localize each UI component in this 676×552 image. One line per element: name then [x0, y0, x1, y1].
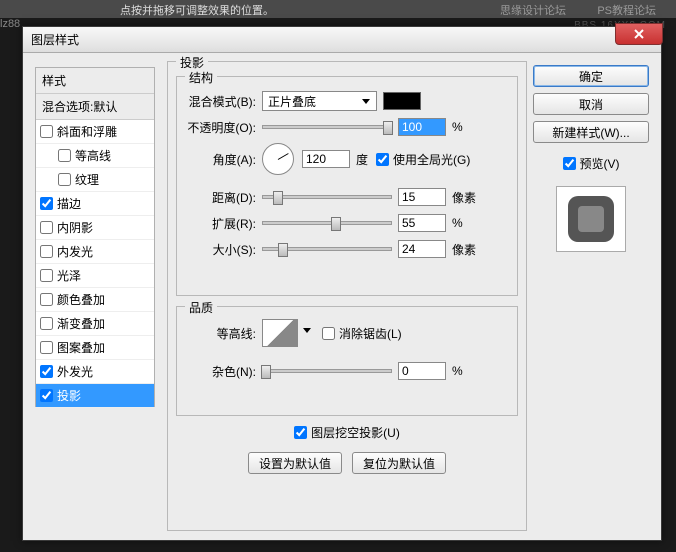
close-icon [633, 28, 645, 40]
close-button[interactable] [615, 23, 663, 45]
titlebar[interactable]: 图层样式 [23, 27, 661, 53]
layer-style-dialog: 图层样式 样式 混合选项:默认 斜面和浮雕等高线纹理描边内阴影内发光光泽颜色叠加… [22, 26, 662, 541]
blend-mode-value: 正片叠底 [268, 93, 316, 110]
shadow-color-swatch[interactable] [383, 92, 421, 110]
style-item-label: 描边 [57, 195, 81, 212]
style-checkbox[interactable] [40, 269, 53, 282]
style-item-label: 斜面和浮雕 [57, 123, 117, 140]
angle-unit: 度 [356, 151, 368, 168]
spread-slider[interactable] [262, 221, 392, 225]
bg-forum-text2: PS教程论坛 [597, 2, 656, 18]
noise-label: 杂色(N): [177, 363, 262, 380]
percent-unit2: % [452, 216, 463, 230]
style-item-label: 渐变叠加 [57, 315, 105, 332]
distance-input[interactable]: 15 [398, 188, 446, 206]
noise-slider[interactable] [262, 369, 392, 373]
angle-label: 角度(A): [177, 151, 262, 168]
style-item[interactable]: 内发光 [36, 240, 154, 264]
opacity-label: 不透明度(O): [177, 119, 262, 136]
ok-button[interactable]: 确定 [533, 65, 649, 87]
cancel-button[interactable]: 取消 [533, 93, 649, 115]
style-item[interactable]: 斜面和浮雕 [36, 120, 154, 144]
style-checkbox[interactable] [40, 389, 53, 402]
style-item[interactable]: 等高线 [36, 144, 154, 168]
style-item[interactable]: 描边 [36, 192, 154, 216]
style-item-label: 内阴影 [57, 219, 93, 236]
angle-input[interactable]: 120 [302, 150, 350, 168]
pixel-unit2: 像素 [452, 241, 476, 258]
style-checkbox[interactable] [40, 245, 53, 258]
styles-header[interactable]: 样式 [36, 68, 154, 94]
contour-label: 等高线: [177, 325, 262, 342]
style-item-label: 投影 [57, 387, 81, 404]
style-checkbox[interactable] [40, 293, 53, 306]
blend-mode-label: 混合模式(B): [177, 93, 262, 110]
blend-options-header[interactable]: 混合选项:默认 [36, 94, 154, 120]
style-item-label: 纹理 [75, 171, 99, 188]
noise-input[interactable]: 0 [398, 362, 446, 380]
opacity-slider[interactable] [262, 125, 392, 129]
knockout-checkbox[interactable]: 图层挖空投影(U) [294, 424, 400, 441]
lz-text: lz88 [0, 18, 20, 30]
contour-picker[interactable] [262, 319, 298, 347]
preview-shape-icon [568, 196, 614, 242]
style-checkbox[interactable] [40, 317, 53, 330]
style-item[interactable]: 内阴影 [36, 216, 154, 240]
size-slider[interactable] [262, 247, 392, 251]
spread-input[interactable]: 55 [398, 214, 446, 232]
style-item-label: 颜色叠加 [57, 291, 105, 308]
background-bar: 点按并拖移可调整效果的位置。 思缘设计论坛 PS教程论坛 [0, 0, 676, 18]
style-item[interactable]: 图案叠加 [36, 336, 154, 360]
structure-group: 结构 混合模式(B): 正片叠底 不透明度(O): 100 % 角度(A): [176, 76, 518, 296]
global-light-checkbox[interactable]: 使用全局光(G) [376, 151, 470, 168]
distance-label: 距离(D): [177, 189, 262, 206]
style-item-label: 光泽 [57, 267, 81, 284]
bg-hint-text: 点按并拖移可调整效果的位置。 [120, 2, 274, 18]
style-item-label: 外发光 [57, 363, 93, 380]
percent-unit3: % [452, 364, 463, 378]
percent-unit: % [452, 120, 463, 134]
style-item-label: 图案叠加 [57, 339, 105, 356]
opacity-input[interactable]: 100 [398, 118, 446, 136]
style-checkbox[interactable] [40, 197, 53, 210]
style-item[interactable]: 外发光 [36, 360, 154, 384]
blend-mode-dropdown[interactable]: 正片叠底 [262, 91, 377, 111]
quality-title: 品质 [185, 299, 217, 316]
styles-panel: 样式 混合选项:默认 斜面和浮雕等高线纹理描边内阴影内发光光泽颜色叠加渐变叠加图… [35, 67, 155, 407]
preview-checkbox[interactable]: 预览(V) [533, 155, 649, 172]
side-buttons: 确定 取消 新建样式(W)... 预览(V) [533, 65, 649, 252]
style-checkbox[interactable] [40, 341, 53, 354]
set-default-button[interactable]: 设置为默认值 [248, 452, 342, 474]
preview-thumbnail [556, 186, 626, 252]
style-item[interactable]: 纹理 [36, 168, 154, 192]
style-checkbox[interactable] [58, 173, 71, 186]
style-item-label: 内发光 [57, 243, 93, 260]
style-checkbox[interactable] [58, 149, 71, 162]
dialog-body: 样式 混合选项:默认 斜面和浮雕等高线纹理描边内阴影内发光光泽颜色叠加渐变叠加图… [23, 53, 661, 540]
projection-group: 投影 结构 混合模式(B): 正片叠底 不透明度(O): 100 % [167, 61, 527, 531]
quality-group: 品质 等高线: 消除锯齿(L) 杂色(N): 0 % [176, 306, 518, 416]
style-item[interactable]: 渐变叠加 [36, 312, 154, 336]
style-item-label: 等高线 [75, 147, 111, 164]
new-style-button[interactable]: 新建样式(W)... [533, 121, 649, 143]
bg-forum-text: 思缘设计论坛 [500, 2, 566, 18]
style-item[interactable]: 投影 [36, 384, 154, 408]
distance-slider[interactable] [262, 195, 392, 199]
style-item[interactable]: 光泽 [36, 264, 154, 288]
spread-label: 扩展(R): [177, 215, 262, 232]
style-item[interactable]: 颜色叠加 [36, 288, 154, 312]
antialias-checkbox[interactable]: 消除锯齿(L) [322, 325, 402, 342]
style-checkbox[interactable] [40, 125, 53, 138]
style-checkbox[interactable] [40, 221, 53, 234]
style-checkbox[interactable] [40, 365, 53, 378]
size-input[interactable]: 24 [398, 240, 446, 258]
structure-title: 结构 [185, 69, 217, 86]
pixel-unit: 像素 [452, 189, 476, 206]
reset-default-button[interactable]: 复位为默认值 [352, 452, 446, 474]
size-label: 大小(S): [177, 241, 262, 258]
dialog-title: 图层样式 [31, 31, 79, 48]
angle-dial[interactable] [262, 143, 294, 175]
